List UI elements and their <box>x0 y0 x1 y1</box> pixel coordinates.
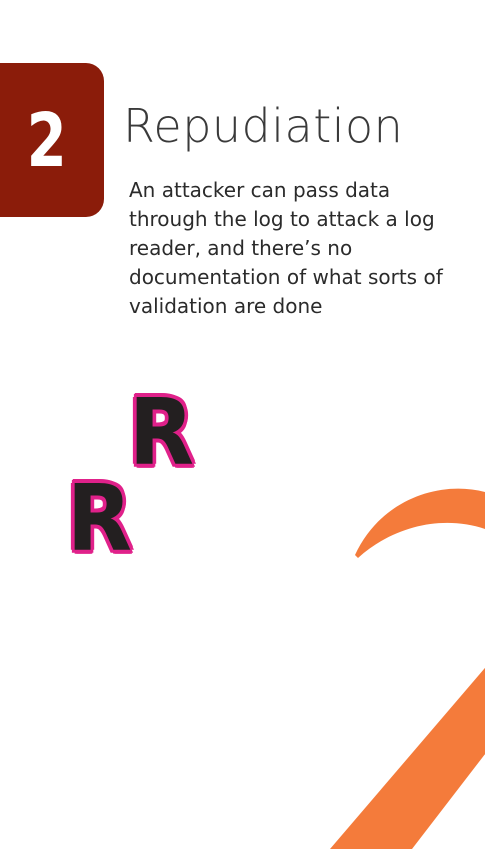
corner-numeral-arc <box>355 488 485 558</box>
card-description: An attacker can pass data through the lo… <box>129 178 443 318</box>
suit-letter-lower: R <box>66 465 133 572</box>
corner-numeral-diagonal <box>330 667 485 849</box>
corner-numeral-icon <box>330 488 485 849</box>
suit-letter-upper: R <box>128 379 195 486</box>
rank-badge: 2 <box>0 63 104 217</box>
card-title: Repudiation <box>123 99 404 153</box>
rank-number: 2 <box>26 98 68 184</box>
